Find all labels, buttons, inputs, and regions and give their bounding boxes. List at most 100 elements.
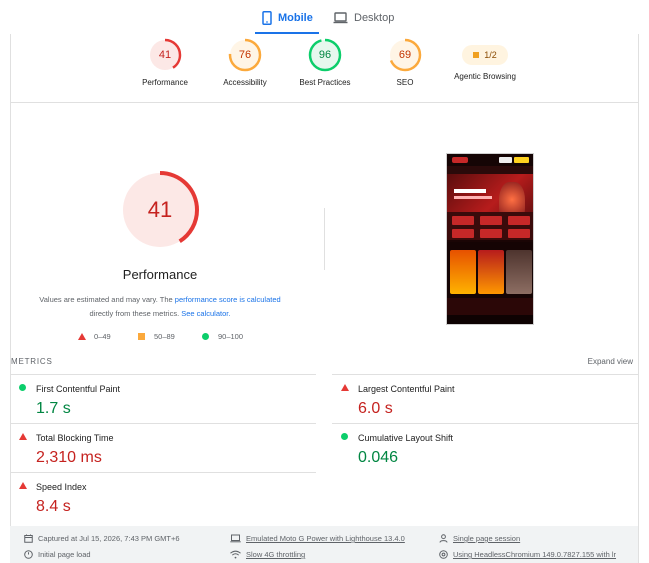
info-text: Using HeadlessChromium 149.0.7827.155 wi… <box>453 550 617 559</box>
agentic-badge-value: 1/2 <box>484 50 497 60</box>
metric-tbt: Total Blocking Time 2,310 ms <box>10 424 310 472</box>
frame-border-right <box>638 34 639 563</box>
info-session[interactable]: Single page session <box>439 534 520 543</box>
chrome-icon <box>439 550 448 559</box>
laptop-icon <box>230 534 241 543</box>
gauge-ring: 41 <box>148 38 182 72</box>
legend-label: 50–89 <box>154 332 175 341</box>
info-device[interactable]: Emulated Moto G Power with Lighthouse 13… <box>230 534 405 543</box>
thumb-tile <box>452 229 474 238</box>
average-square-icon <box>473 52 480 58</box>
calendar-icon <box>24 534 33 543</box>
performance-title: Performance <box>122 267 198 282</box>
thumb-game-card <box>450 250 476 294</box>
bad-triangle-icon <box>341 384 349 391</box>
thumb-hero-text <box>454 189 486 193</box>
thumb-hero <box>447 174 533 226</box>
calculator-link[interactable]: See calculator. <box>181 309 230 318</box>
legend-bad: 0–49 <box>78 332 111 341</box>
info-text: Slow 4G throttling <box>246 550 306 559</box>
gauge-ring: 69 <box>388 38 422 72</box>
thumb-footer <box>447 298 533 315</box>
person-icon <box>439 534 448 543</box>
thumb-logo <box>452 157 468 163</box>
tab-desktop[interactable]: Desktop <box>333 8 394 28</box>
performance-score: 41 <box>147 197 173 222</box>
info-throttling[interactable]: Slow 4G throttling <box>230 550 305 559</box>
metric-value: 8.4 s <box>36 498 71 515</box>
bad-triangle-icon <box>19 433 27 440</box>
thumb-tile <box>452 216 474 225</box>
info-load: Initial page load <box>24 550 91 559</box>
timer-icon <box>24 550 33 559</box>
note-text: Values are estimated and may vary. The <box>39 295 173 304</box>
metric-value: 2,310 ms <box>36 449 102 466</box>
thumb-navbar <box>447 166 533 174</box>
wifi-icon <box>230 550 241 559</box>
metrics-title: METRICS <box>11 357 53 366</box>
info-text: Single page session <box>453 534 521 543</box>
performance-gauge: 41 <box>119 169 201 251</box>
metric-cls: Cumulative Layout Shift 0.046 <box>332 424 632 472</box>
thumb-login-button <box>499 157 512 163</box>
metric-speed-index: Speed Index 8.4 s <box>10 473 310 521</box>
info-text: Captured at Jul 15, 2026, 7:43 PM GMT+6 <box>38 534 180 543</box>
tab-desktop-label: Desktop <box>354 12 395 24</box>
gauge-label: SEO <box>396 78 414 87</box>
note-text: directly from these metrics. <box>89 309 180 318</box>
thumb-hero-subtext <box>454 196 492 199</box>
metric-name: First Contentful Paint <box>36 384 121 394</box>
good-circle-icon <box>341 433 348 440</box>
laptop-icon <box>333 12 348 24</box>
thumb-tile <box>480 229 502 238</box>
good-circle-icon <box>19 384 26 391</box>
tab-mobile[interactable]: Mobile <box>262 8 313 28</box>
thumb-bottom-nav <box>447 315 533 324</box>
gauge-seo[interactable]: 69 SEO <box>365 38 445 87</box>
metric-fcp: First Contentful Paint 1.7 s <box>10 375 310 423</box>
gauge-best-practices[interactable]: 96 Best Practices <box>285 38 365 87</box>
device-tabs: Mobile Desktop <box>0 0 649 34</box>
legend-label: 90–100 <box>218 332 244 341</box>
phone-icon <box>262 11 272 25</box>
gauge-agentic-browsing[interactable]: 1/2 Agentic Browsing <box>445 38 525 81</box>
legend-average: 50–89 <box>138 332 175 341</box>
good-circle-icon <box>202 333 209 340</box>
gauge-score: 96 <box>318 49 332 61</box>
gauge-label: Accessibility <box>223 78 267 87</box>
metric-name: Total Blocking Time <box>36 433 114 443</box>
info-text: Initial page load <box>38 550 91 559</box>
info-text: Emulated Moto G Power with Lighthouse 13… <box>246 534 405 543</box>
performance-score-link[interactable]: performance score is calculated <box>175 295 281 304</box>
metric-name: Cumulative Layout Shift <box>358 433 454 443</box>
thumb-game-card <box>506 250 532 294</box>
thumb-tile <box>508 229 530 238</box>
gauge-score: 76 <box>238 49 252 61</box>
thumb-signup-button <box>514 157 529 163</box>
summary-divider <box>10 102 638 103</box>
gauge-label: Best Practices <box>299 78 351 87</box>
tab-mobile-label: Mobile <box>278 12 313 24</box>
active-tab-indicator <box>255 32 319 34</box>
thumb-game-card <box>478 250 504 294</box>
expand-view-button[interactable]: Expand view <box>588 357 633 366</box>
gauge-label: Performance <box>142 78 188 87</box>
gauge-ring: 96 <box>308 38 342 72</box>
gauge-performance[interactable]: 41 Performance <box>125 38 205 87</box>
vertical-divider <box>324 208 325 270</box>
metric-value: 1.7 s <box>36 400 71 417</box>
agentic-badge: 1/2 <box>462 45 508 65</box>
thumb-tile <box>508 216 530 225</box>
info-captured: Captured at Jul 15, 2026, 7:43 PM GMT+6 <box>24 534 180 543</box>
metric-value: 0.046 <box>358 449 399 466</box>
metric-lcp: Largest Contentful Paint 6.0 s <box>332 375 632 423</box>
legend-good: 90–100 <box>202 332 243 341</box>
gauge-accessibility[interactable]: 76 Accessibility <box>205 38 285 87</box>
gauge-score: 41 <box>158 49 172 61</box>
bad-triangle-icon <box>78 333 86 340</box>
final-screenshot[interactable] <box>446 153 534 325</box>
bad-triangle-icon <box>19 482 27 489</box>
thumb-tile <box>480 216 502 225</box>
info-browser[interactable]: Using HeadlessChromium 149.0.7827.155 wi… <box>439 550 616 559</box>
gauge-ring: 76 <box>228 38 262 72</box>
